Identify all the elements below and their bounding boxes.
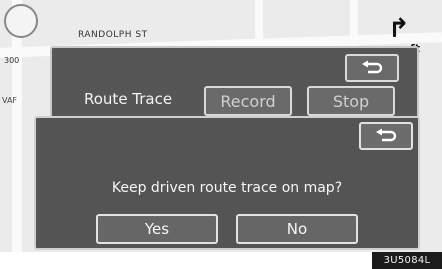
street-name-label: RANDOLPH ST [78, 30, 148, 40]
route-trace-title: Route Trace [84, 90, 173, 108]
no-button[interactable]: No [236, 214, 358, 244]
stop-button[interactable]: Stop [307, 86, 395, 116]
figure-code-label: 3U5084L [372, 252, 442, 269]
confirm-back-button[interactable] [359, 122, 413, 150]
turn-right-arrow-icon: ↱ [388, 14, 410, 44]
confirm-message: Keep driven route trace on map? [111, 180, 343, 196]
compass-icon [4, 4, 38, 38]
keep-route-confirm-dialog: Keep driven route trace on map? Yes No [34, 116, 420, 250]
map-scale-label: 300 [4, 56, 20, 65]
record-button[interactable]: Record [204, 86, 292, 116]
map-edge-label: VAF [2, 96, 18, 105]
yes-button[interactable]: Yes [96, 214, 218, 244]
route-trace-back-button[interactable] [345, 54, 399, 82]
return-arrow-icon [362, 60, 383, 74]
return-arrow-icon [376, 128, 397, 142]
